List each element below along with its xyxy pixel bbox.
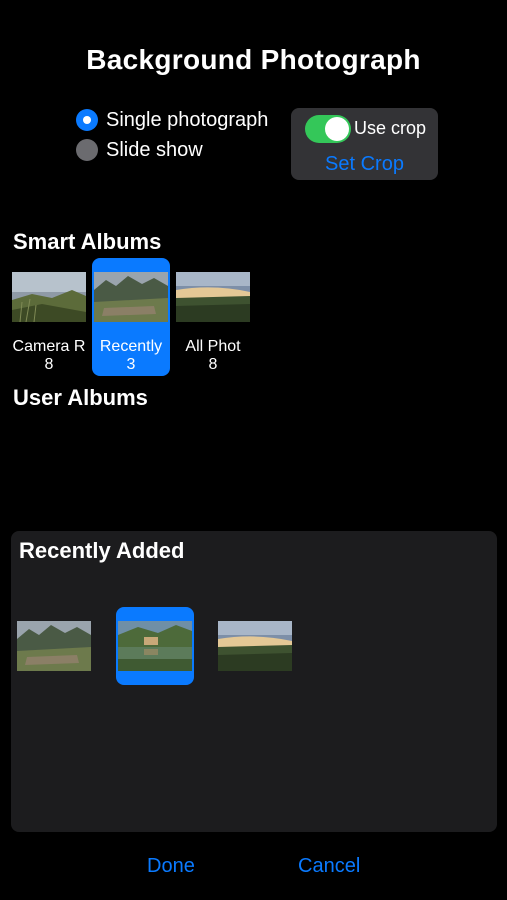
album-thumbnail [12, 272, 86, 322]
radio-label-slideshow: Slide show [106, 138, 203, 161]
photo-item-selected[interactable] [116, 607, 194, 685]
album-camera-roll[interactable]: Camera R 8 [10, 258, 88, 376]
photo-item[interactable] [15, 607, 93, 685]
photo-item[interactable] [216, 607, 294, 685]
radio-unselected-icon [76, 139, 98, 161]
user-albums-heading: User Albums [13, 385, 148, 410]
album-recently-added[interactable]: Recently 3 [92, 258, 170, 376]
album-contents-heading: Recently Added [19, 538, 185, 563]
done-button[interactable]: Done [147, 855, 195, 878]
photo-thumbnail [17, 621, 91, 671]
smart-albums-heading: Smart Albums [13, 229, 162, 254]
page-title: Background Photograph [86, 44, 421, 75]
radio-selected-icon [76, 109, 98, 131]
cancel-button[interactable]: Cancel [298, 855, 360, 878]
photo-thumbnail [218, 621, 292, 671]
album-all-photos[interactable]: All Phot 8 [174, 258, 252, 376]
album-name: Camera R [12, 338, 86, 355]
album-count: 8 [44, 356, 54, 373]
radio-single-photograph[interactable]: Single photograph [76, 106, 268, 134]
album-thumbnail [176, 272, 250, 322]
photo-thumbnail [118, 621, 192, 671]
album-count: 3 [126, 356, 136, 373]
radio-slide-show[interactable]: Slide show [76, 136, 268, 164]
mode-radio-group: Single photograph Slide show [76, 106, 268, 164]
album-contents-panel: Recently Added [11, 531, 497, 832]
use-crop-toggle[interactable] [305, 115, 351, 143]
radio-label-single: Single photograph [106, 108, 269, 131]
album-thumbnail [94, 272, 168, 322]
album-count: 8 [208, 356, 218, 373]
set-crop-button[interactable]: Set Crop [291, 153, 438, 176]
use-crop-label: Use crop [354, 118, 427, 138]
album-name: Recently [99, 338, 163, 355]
crop-settings-box: Use crop Set Crop [291, 108, 438, 180]
toggle-knob [325, 117, 349, 141]
album-name: All Phot [185, 338, 241, 355]
